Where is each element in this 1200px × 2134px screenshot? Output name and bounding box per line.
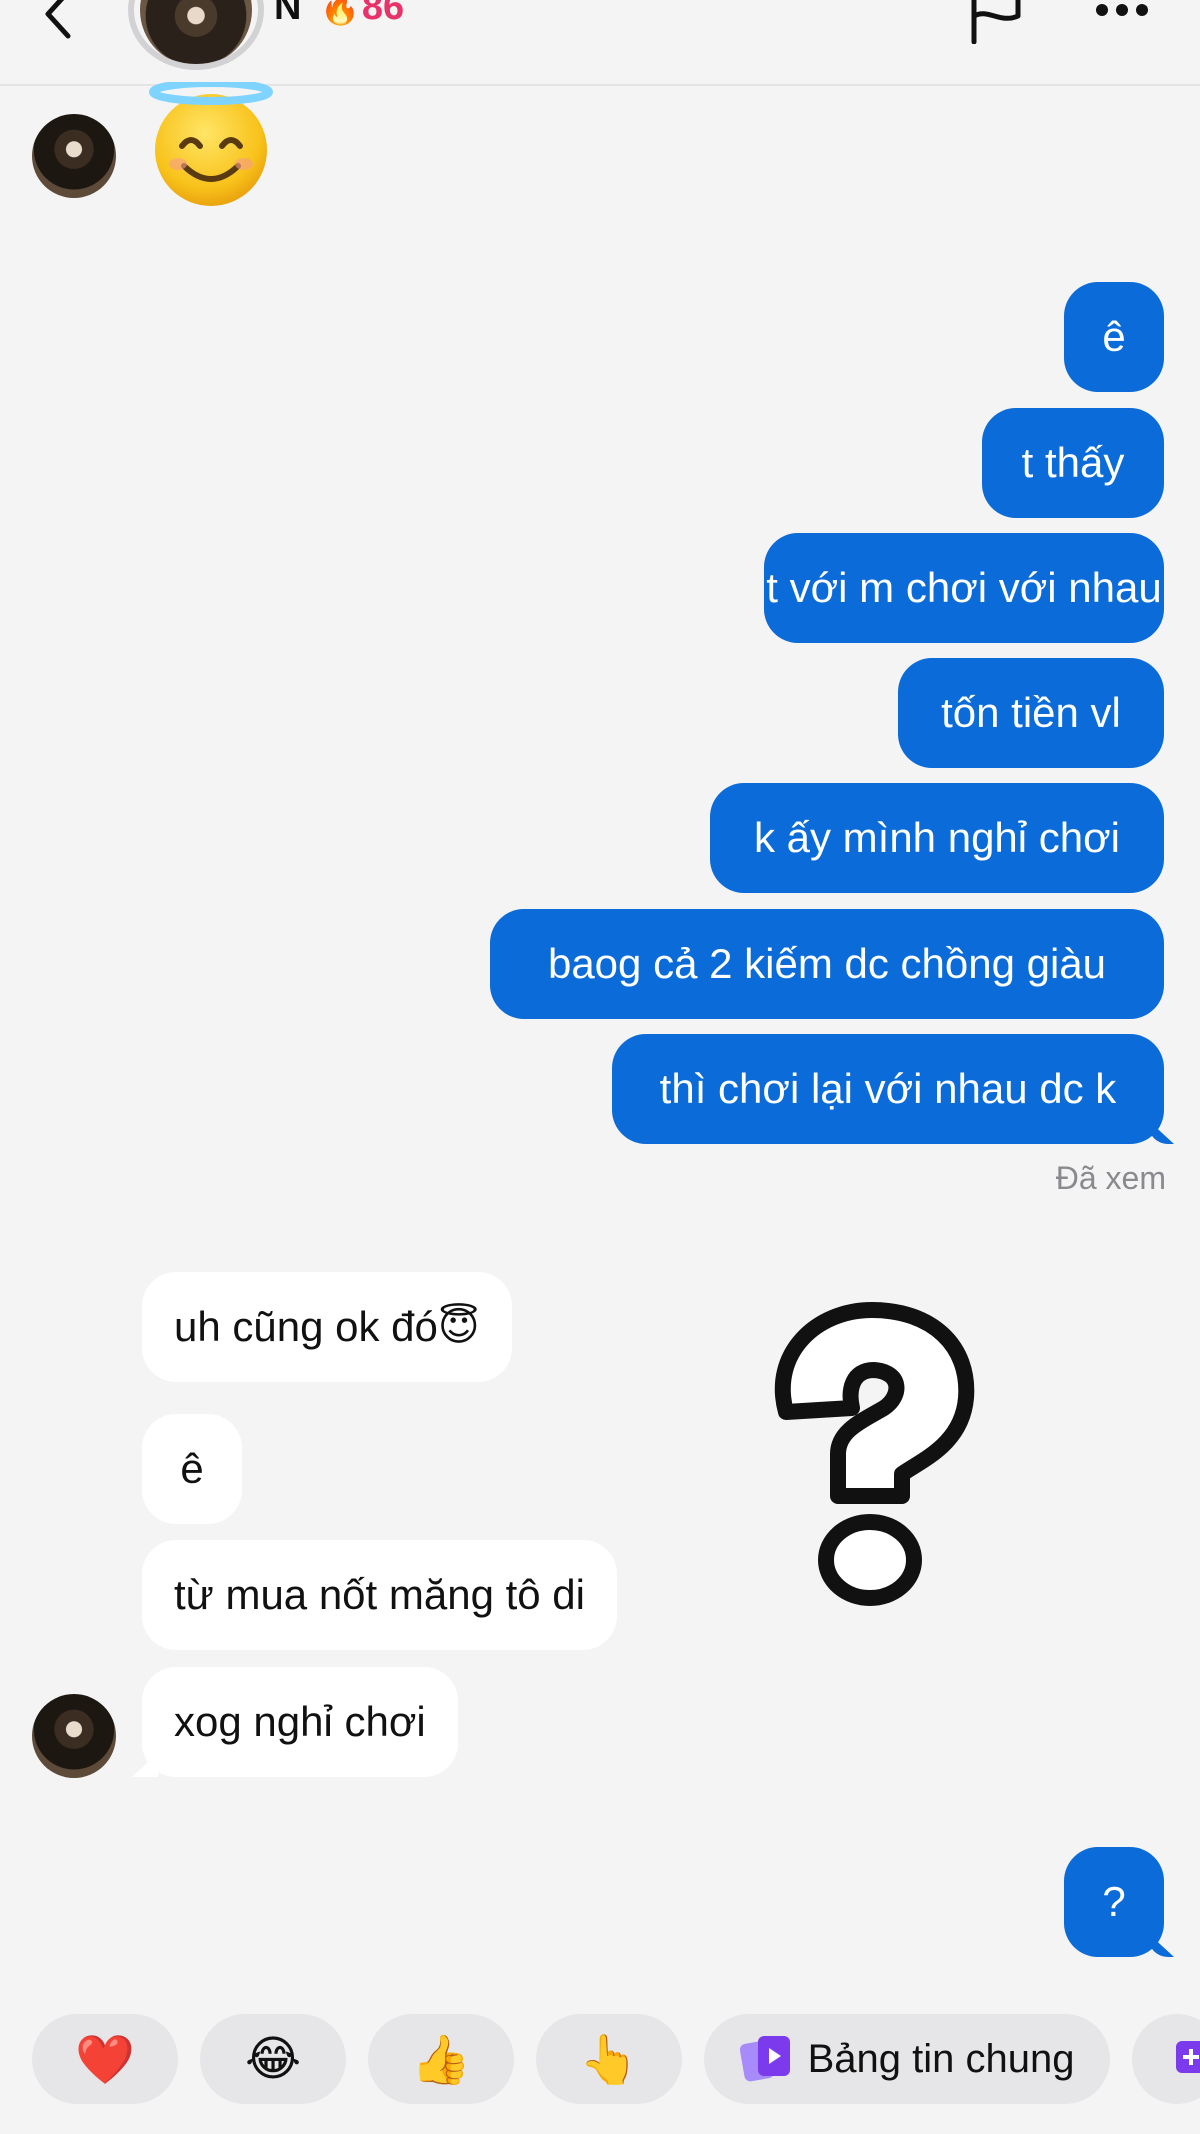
message-bubble-outgoing[interactable]: ê: [1064, 282, 1164, 392]
message-bubble-outgoing[interactable]: t với m chơi với nhau: [764, 533, 1164, 643]
message-bubble-outgoing[interactable]: t thấy: [982, 408, 1164, 518]
message-bubble-outgoing[interactable]: thì chơi lại với nhau dc k: [612, 1034, 1164, 1144]
message-bubble-incoming[interactable]: ê: [142, 1414, 242, 1524]
pointing-reaction-button[interactable]: 👆: [536, 2014, 682, 2104]
flag-icon[interactable]: [966, 0, 1026, 44]
smiling-face-with-halo-icon: [149, 82, 273, 206]
message-text: từ mua nốt măng tô di: [174, 1571, 585, 1618]
back-arrow-icon[interactable]: [40, 0, 80, 40]
message-bubble-outgoing[interactable]: ?: [1064, 1847, 1164, 1957]
message-text: xog nghỉ chơi: [174, 1698, 426, 1745]
contact-avatar[interactable]: [128, 0, 264, 70]
streak-counter: 🔥 86: [320, 0, 404, 29]
contact-name[interactable]: N: [274, 0, 301, 29]
shared-stories-label: Bảng tin chung: [807, 2036, 1075, 2081]
streak-count: 86: [361, 0, 405, 28]
smiling-face-with-halo-icon: 😇: [437, 1305, 480, 1349]
message-text: thì chơi lại với nhau dc k: [659, 1065, 1117, 1112]
pointing-hand-icon: 👆: [579, 2033, 639, 2087]
question-mark-sticker: [774, 1302, 975, 1606]
thumbs-up-icon: 👍: [411, 2033, 471, 2087]
more-actions-button[interactable]: [1132, 2014, 1200, 2104]
message-text: tốn tiền vl: [941, 689, 1121, 736]
laughing-face-icon: 😂: [244, 2033, 302, 2086]
more-options-icon[interactable]: [1092, 0, 1152, 32]
message-bubble-outgoing[interactable]: tốn tiền vl: [898, 658, 1164, 768]
thumbs-up-reaction-button[interactable]: 👍: [368, 2014, 514, 2104]
message-text: t với m chơi với nhau: [766, 564, 1162, 611]
add-message-icon: [1176, 2041, 1200, 2073]
laughing-reaction-button[interactable]: 😂: [200, 2014, 346, 2104]
flame-icon: 🔥: [320, 0, 360, 26]
message-text: t thấy: [1021, 439, 1125, 486]
seen-status: Đã xem: [1055, 1160, 1166, 1196]
message-text: k ấy mình nghỉ chơi: [753, 814, 1121, 861]
shared-stories-icon: [739, 2036, 790, 2082]
shared-stories-button[interactable]: Bảng tin chung: [704, 2014, 1110, 2104]
message-bubble-incoming[interactable]: uh cũng ok đó 😇: [142, 1272, 512, 1382]
message-text: uh cũng ok đó: [174, 1303, 438, 1350]
message-text: ?: [1102, 1878, 1126, 1925]
sender-avatar[interactable]: [32, 1694, 116, 1778]
heart-icon: ❤️: [75, 2033, 135, 2087]
message-bubble-incoming[interactable]: từ mua nốt măng tô di: [142, 1540, 617, 1650]
message-text: baog cả 2 kiếm dc chồng giàu: [547, 940, 1107, 987]
message-bubble-incoming[interactable]: xog nghỉ chơi: [142, 1667, 458, 1777]
heart-reaction-button[interactable]: ❤️: [32, 2014, 178, 2104]
message-text: ê: [1102, 313, 1126, 360]
message-text: ê: [180, 1445, 204, 1492]
quick-reactions-bar: ❤️ 😂 👍 👆 Bảng tin chung: [0, 2014, 1200, 2114]
sender-avatar[interactable]: [32, 114, 116, 198]
message-bubble-outgoing[interactable]: baog cả 2 kiếm dc chồng giàu: [490, 909, 1164, 1019]
chat-header: N 🔥 86: [0, 0, 1200, 86]
message-bubble-outgoing[interactable]: k ấy mình nghỉ chơi: [710, 783, 1164, 893]
